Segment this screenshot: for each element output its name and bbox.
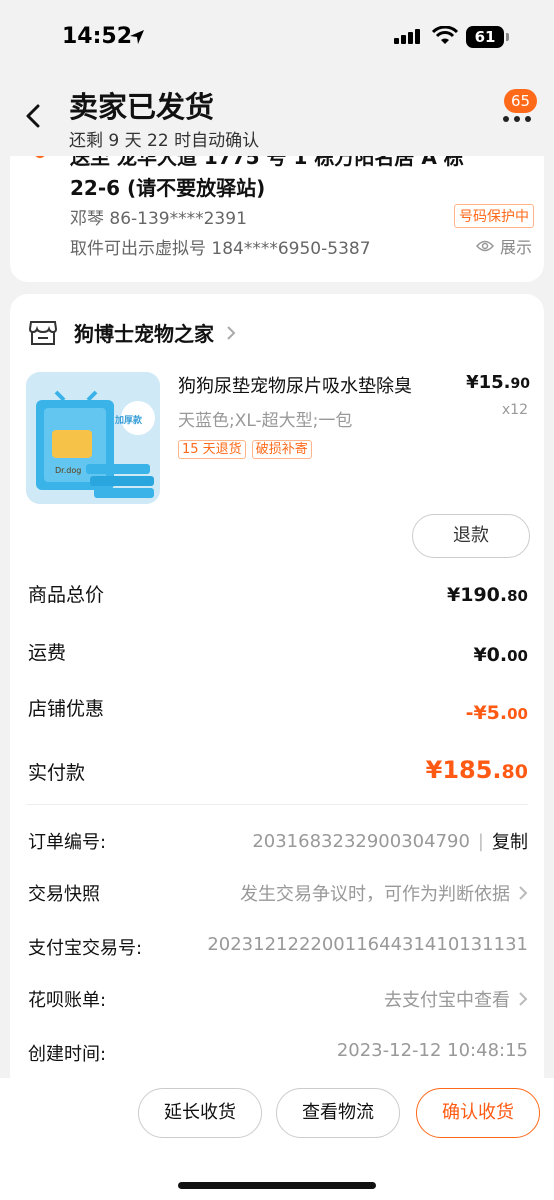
show-label: 展示 bbox=[499, 238, 532, 257]
created-time-label: 创建时间: bbox=[28, 1044, 107, 1065]
created-time-row: 创建时间: 2023-12-12 10:48:15 bbox=[28, 1040, 528, 1066]
alipay-trade-number-row: 支付宝交易号: 2023121222001164431410131131 bbox=[28, 934, 528, 960]
shop-icon bbox=[28, 320, 58, 345]
trade-snapshot-label: 交易快照 bbox=[28, 884, 100, 905]
total-price-label: 商品总价 bbox=[28, 584, 105, 606]
refund-button[interactable]: 退款 bbox=[412, 514, 530, 558]
view-logistics-button[interactable]: 查看物流 bbox=[276, 1088, 400, 1138]
huabei-bill-label: 花呗账单: bbox=[28, 990, 107, 1011]
service-tags: 15 天退货 破损补寄 bbox=[178, 440, 312, 459]
alipay-trade-number-value: 2023121222001164431410131131 bbox=[207, 934, 528, 955]
huabei-bill-row[interactable]: 花呗账单: 去支付宝中查看 bbox=[28, 986, 528, 1012]
cellular-signal-icon bbox=[394, 29, 420, 44]
receiver-info: 邓琴 86-139****2391 bbox=[70, 209, 247, 229]
nav-header: 卖家已发货 还剩 9 天 22 时自动确认 65 bbox=[0, 76, 554, 156]
paid-amount-value: ¥185.80 bbox=[425, 756, 528, 784]
shop-row[interactable]: 狗博士宠物之家 bbox=[28, 318, 236, 347]
shop-discount-label: 店铺优惠 bbox=[28, 698, 105, 720]
total-price-value: ¥190.80 bbox=[447, 584, 528, 606]
chevron-right-icon bbox=[227, 325, 236, 340]
back-icon[interactable] bbox=[22, 102, 46, 130]
chevron-right-icon bbox=[519, 992, 528, 1006]
order-number-value: 2031683232900304790 bbox=[252, 830, 470, 852]
confirm-receipt-button[interactable]: 确认收货 bbox=[416, 1088, 540, 1138]
shop-discount-value: -¥5.00 bbox=[465, 702, 528, 724]
pickup-virtual-number: 取件可出示虚拟号 184****6950-5387 bbox=[70, 239, 371, 259]
product-title[interactable]: 狗狗尿垫宠物尿片吸水垫除臭 bbox=[178, 372, 458, 398]
product-quantity: x12 bbox=[501, 402, 528, 418]
diaper-pad-package-icon bbox=[26, 372, 160, 504]
separator: | bbox=[477, 830, 484, 852]
huabei-bill-value-group: 去支付宝中查看 bbox=[384, 986, 528, 1012]
product-brand-label: Dr.dog bbox=[55, 466, 82, 475]
product-image[interactable]: 加厚款 Dr.dog bbox=[26, 372, 160, 504]
shipping-label: 运费 bbox=[28, 642, 67, 664]
bottom-action-bar: 延长收货 查看物流 确认收货 bbox=[0, 1078, 554, 1200]
home-indicator bbox=[178, 1182, 376, 1189]
product-price: ¥15.90 bbox=[466, 372, 530, 393]
location-arrow-icon bbox=[130, 30, 144, 44]
show-number-button[interactable]: 展示 bbox=[475, 234, 532, 258]
order-number-row: 订单编号: 2031683232900304790 | 复制 bbox=[28, 828, 528, 854]
order-card: 狗博士宠物之家 加厚款 Dr.dog 狗狗尿垫宠物尿片吸水垫除臭 ¥15.90 … bbox=[10, 294, 544, 1094]
trade-snapshot-row[interactable]: 交易快照 发生交易争议时，可作为判断依据 bbox=[28, 880, 528, 906]
auto-confirm-countdown: 还剩 9 天 22 时自动确认 bbox=[69, 131, 260, 151]
trade-snapshot-value: 发生交易争议时，可作为判断依据 bbox=[240, 884, 510, 905]
battery-indicator: 61 bbox=[466, 26, 504, 48]
battery-tip bbox=[506, 33, 509, 41]
product-badge-label: 加厚款 bbox=[115, 416, 143, 426]
address-line-2: 22-6 (请不要放驿站) bbox=[70, 176, 266, 200]
message-count-badge[interactable]: 65 bbox=[504, 89, 538, 113]
number-protect-tag: 号码保护中 bbox=[454, 204, 534, 228]
wifi-icon bbox=[432, 26, 458, 44]
alipay-trade-number-label: 支付宝交易号: bbox=[28, 938, 143, 959]
huabei-bill-value: 去支付宝中查看 bbox=[384, 990, 510, 1011]
status-bar: 14:52 61 bbox=[0, 0, 554, 76]
paid-amount-label: 实付款 bbox=[28, 762, 86, 784]
copy-order-number-button[interactable]: 复制 bbox=[492, 828, 528, 854]
trade-snapshot-value-group: 发生交易争议时，可作为判断依据 bbox=[240, 880, 528, 906]
eye-icon bbox=[475, 240, 494, 252]
extend-receipt-button[interactable]: 延长收货 bbox=[138, 1088, 262, 1138]
page-title: 卖家已发货 bbox=[69, 90, 215, 124]
shipping-value: ¥0.00 bbox=[473, 644, 528, 666]
divider bbox=[26, 804, 528, 805]
more-icon[interactable] bbox=[500, 114, 534, 124]
status-time: 14:52 bbox=[62, 24, 133, 49]
damage-reship-tag: 破损补寄 bbox=[251, 440, 312, 459]
order-number-value-group: 2031683232900304790 | 复制 bbox=[252, 828, 528, 854]
return-tag: 15 天退货 bbox=[178, 440, 246, 459]
shop-name[interactable]: 狗博士宠物之家 bbox=[74, 318, 214, 347]
address-card: 送至 龙华大道 1775 号 1 栋万阳名居 A 栋 22-6 (请不要放驿站)… bbox=[10, 136, 544, 282]
product-sku: 天蓝色;XL-超大型;一包 bbox=[178, 411, 353, 431]
chevron-right-icon bbox=[519, 886, 528, 900]
created-time-value: 2023-12-12 10:48:15 bbox=[336, 1040, 528, 1061]
order-number-label: 订单编号: bbox=[28, 832, 107, 853]
